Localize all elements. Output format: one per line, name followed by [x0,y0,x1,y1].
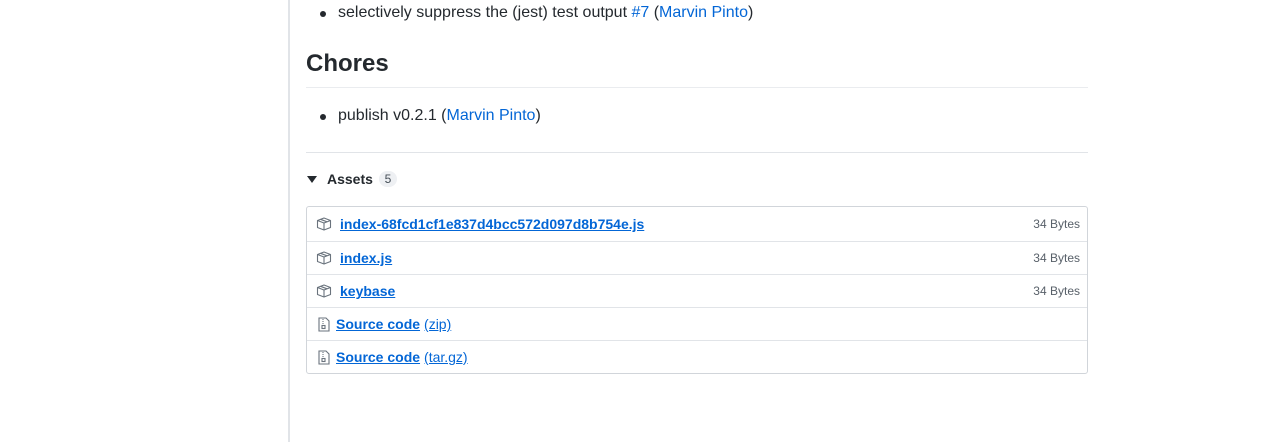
section-divider [306,152,1088,153]
assets-list: index-68fcd1cf1e837d4bcc572d097d8b754e.j… [306,206,1088,374]
asset-size: 34 Bytes [1033,284,1080,298]
package-icon [316,216,332,232]
list-item-text: publish v0.2.1 ( [338,107,447,124]
asset-size: 34 Bytes [1033,217,1080,231]
left-column-divider [288,0,290,442]
triangle-down-icon [307,175,317,183]
source-format: (tar.gz) [424,349,468,365]
paren-close: ) [535,107,541,124]
list-item: selectively suppress the (jest) test out… [306,1,753,25]
file-zip-icon [316,316,332,332]
assets-toggle[interactable]: Assets 5 [306,169,397,189]
paren-open: ( [649,4,660,21]
assets-title: Assets [327,171,373,187]
author-link[interactable]: Marvin Pinto [447,107,536,124]
chores-list: publish v0.2.1 (Marvin Pinto) [306,104,541,128]
asset-row: index-68fcd1cf1e837d4bcc572d097d8b754e.j… [307,207,1087,241]
asset-download-link[interactable]: keybase [340,283,395,299]
source-format: (zip) [424,316,452,332]
asset-row: keybase 34 Bytes [307,274,1087,307]
asset-download-link[interactable]: index.js [340,250,392,266]
source-code-row: Source code (tar.gz) [307,340,1087,373]
chores-heading: Chores [306,48,1088,88]
asset-download-link[interactable]: index-68fcd1cf1e837d4bcc572d097d8b754e.j… [340,216,644,232]
source-code-label: Source code [336,349,421,365]
package-icon [316,283,332,299]
package-icon [316,250,332,266]
file-zip-icon [316,349,332,365]
fixes-list: selectively suppress the (jest) test out… [306,1,753,25]
issue-link[interactable]: #7 [631,4,649,21]
asset-row: index.js 34 Bytes [307,241,1087,274]
list-item: publish v0.2.1 (Marvin Pinto) [306,104,541,128]
source-code-row: Source code (zip) [307,307,1087,340]
paren-close: ) [747,4,754,21]
author-link[interactable]: Marvin Pinto [659,4,748,21]
list-item-text: selectively suppress the (jest) test out… [338,4,632,21]
source-code-label: Source code [336,316,421,332]
asset-size: 34 Bytes [1033,251,1080,265]
source-code-zip-link[interactable]: Source code (zip) [336,316,451,332]
source-code-targz-link[interactable]: Source code (tar.gz) [336,349,468,365]
assets-count-badge: 5 [378,171,397,187]
